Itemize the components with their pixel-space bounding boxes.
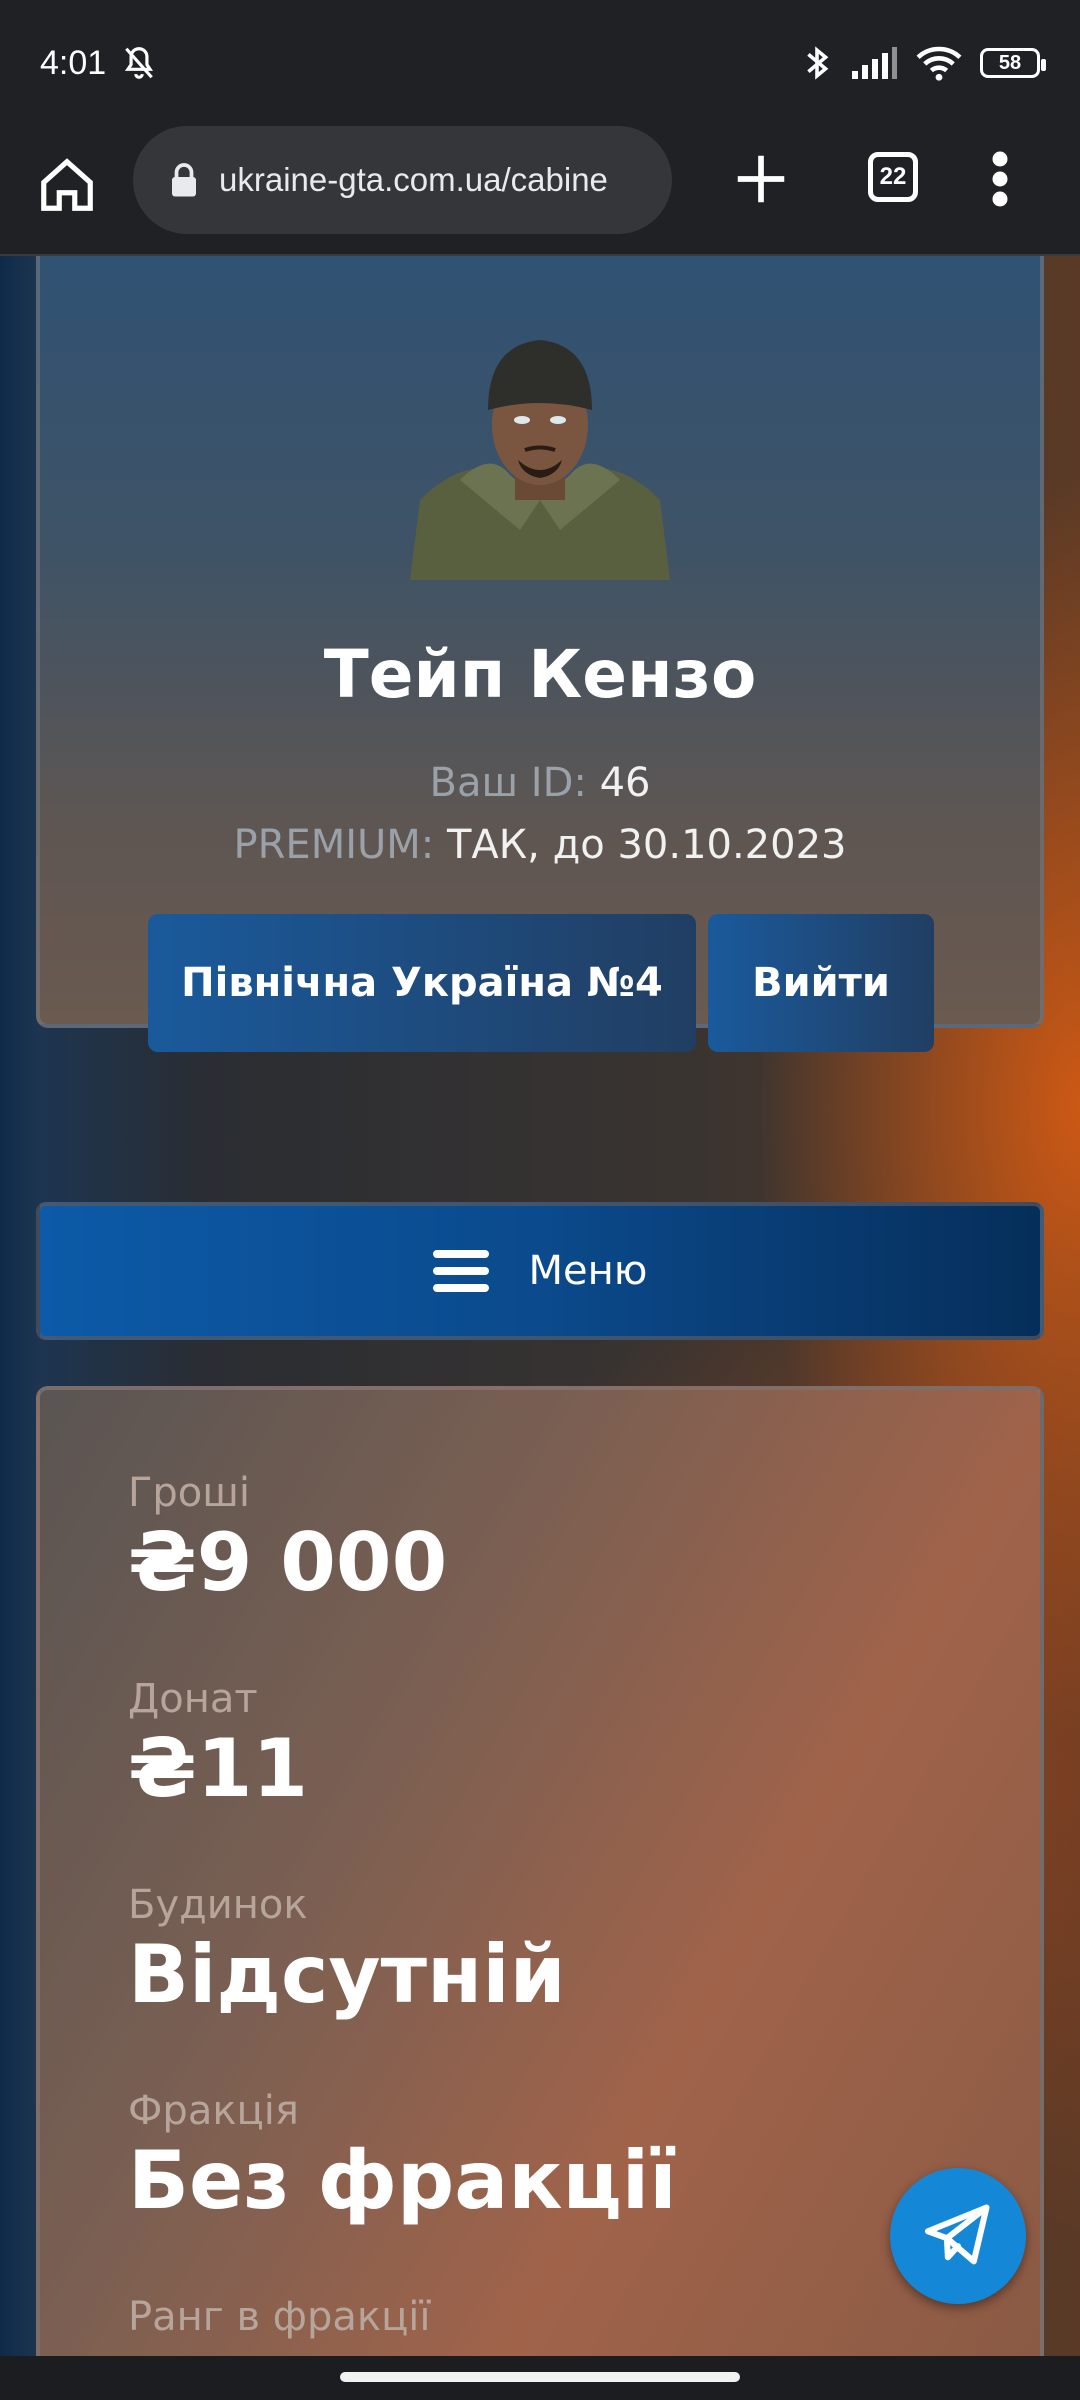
bluetooth-icon	[807, 46, 829, 80]
logout-button[interactable]: Вийти	[708, 914, 934, 1052]
id-label: Ваш ID:	[429, 760, 587, 806]
stats-card: Гроші ₴9 000 Донат ₴11 Будинок Відсутній…	[36, 1386, 1044, 2356]
donate-label: Донат	[128, 1676, 258, 1722]
address-bar[interactable]: ukraine-gta.com.ua/cabine	[133, 126, 672, 234]
url-text: ukraine-gta.com.ua/cabine	[219, 161, 608, 198]
browser-toolbar: ukraine-gta.com.ua/cabine 22	[0, 126, 1080, 256]
battery-indicator: 58	[980, 48, 1046, 78]
faction-rank-label: Ранг в фракції	[128, 2294, 431, 2340]
character-avatar	[410, 340, 670, 580]
id-value: 46	[599, 760, 651, 806]
plus-icon[interactable]	[730, 148, 792, 210]
telegram-button[interactable]	[890, 2168, 1026, 2304]
tab-count: 22	[879, 163, 907, 190]
status-right: 58	[802, 43, 1046, 83]
home-gesture-handle[interactable]	[340, 2372, 740, 2382]
money-value: ₴9 000	[128, 1516, 448, 1609]
house-label: Будинок	[128, 1882, 308, 1928]
status-bar: 4:01 58	[0, 0, 1080, 126]
donate-value: ₴11	[128, 1722, 309, 1815]
more-vert-icon[interactable]	[990, 148, 1010, 210]
player-id-row: Ваш ID: 46	[40, 760, 1040, 806]
home-icon[interactable]	[36, 154, 98, 216]
money-label: Гроші	[128, 1470, 250, 1516]
signal-icon	[852, 47, 897, 79]
bell-off-icon	[125, 47, 154, 79]
status-left: 4:01	[40, 44, 158, 83]
player-name: Тейп Кензо	[323, 636, 757, 713]
battery-level: 58	[998, 51, 1022, 74]
faction-label: Фракція	[128, 2088, 299, 2134]
premium-row: PREMIUM: ТАК, до 30.10.2023	[40, 822, 1040, 868]
wifi-icon	[916, 46, 962, 81]
house-value: Відсутній	[128, 1928, 566, 2021]
page-content: Тейп Кензо Ваш ID: 46 PREMIUM: ТАК, до 3…	[0, 256, 1080, 2356]
menu-toggle-button[interactable]: Меню	[36, 1202, 1044, 1340]
tab-switcher-button[interactable]: 22	[868, 152, 918, 202]
profile-card: Тейп Кензо Ваш ID: 46 PREMIUM: ТАК, до 3…	[36, 256, 1044, 1052]
faction-value: Без фракції	[128, 2134, 677, 2227]
lock-icon	[172, 163, 196, 197]
menu-label: Меню	[528, 1248, 648, 1294]
gesture-nav-bar	[0, 2356, 1080, 2400]
server-button[interactable]: Північна Україна №4	[148, 914, 696, 1052]
premium-value: ТАК, до 30.10.2023	[446, 822, 847, 868]
telegram-icon	[924, 2204, 990, 2265]
premium-label: PREMIUM:	[233, 822, 435, 868]
status-time: 4:01	[40, 43, 107, 82]
hamburger-icon	[432, 1250, 489, 1292]
